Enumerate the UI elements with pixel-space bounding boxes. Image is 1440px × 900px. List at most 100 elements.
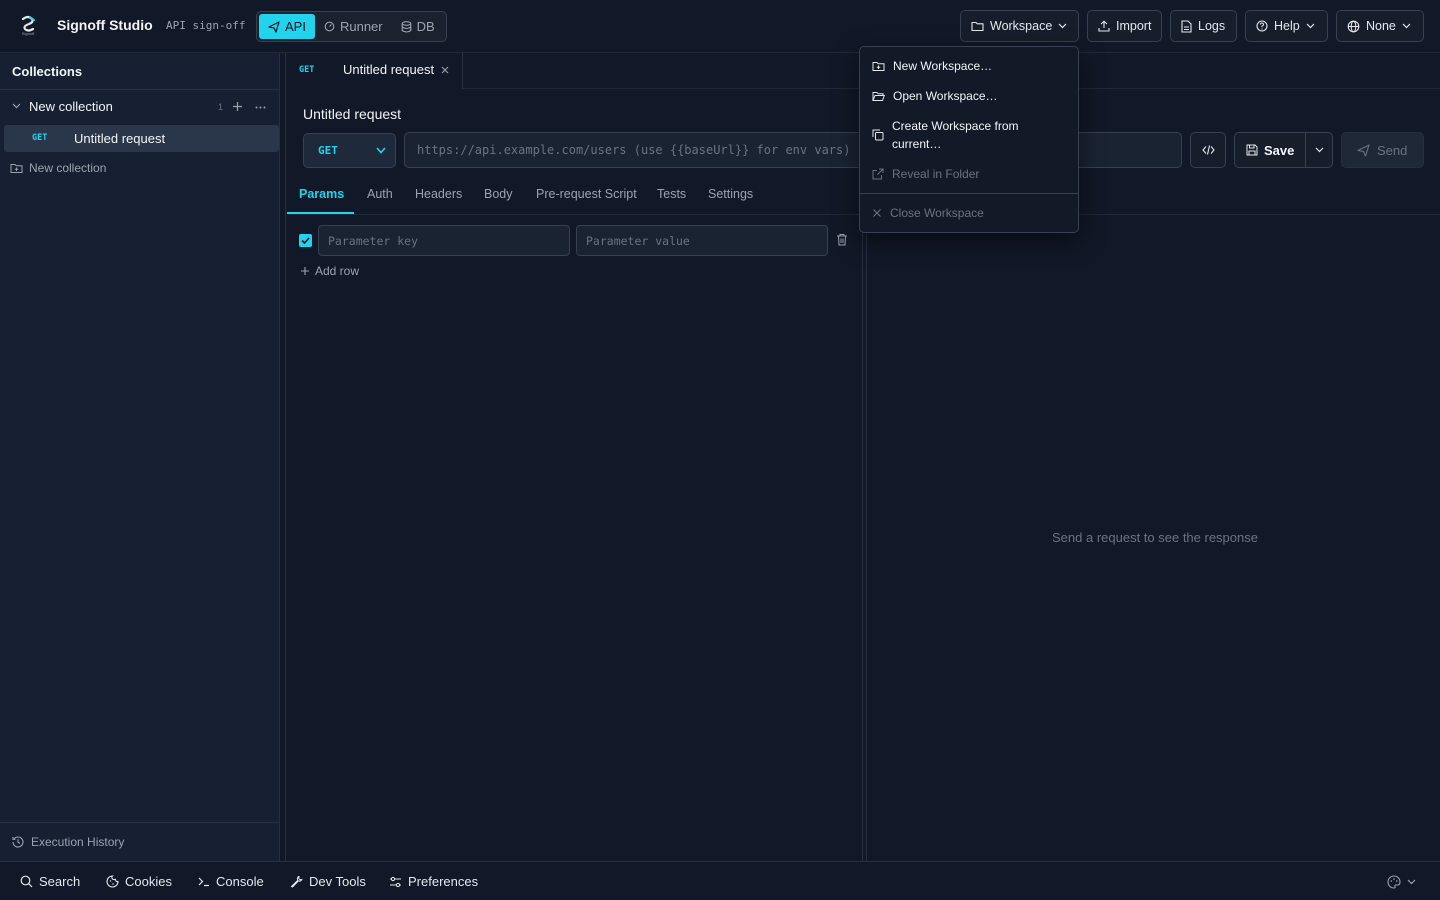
- app-title: Signoff Studio: [57, 17, 153, 33]
- menu-item-close-workspace[interactable]: Close Workspace: [872, 204, 984, 222]
- chevron-down-icon: [376, 147, 386, 154]
- menu-item-open-workspace[interactable]: Open Workspace…: [872, 87, 998, 105]
- help-circle-icon: [1256, 20, 1268, 32]
- console-button[interactable]: Console: [198, 874, 264, 889]
- tab-label: Untitled request: [343, 62, 435, 77]
- tab-auth[interactable]: Auth: [367, 187, 393, 201]
- save-button[interactable]: Save: [1235, 133, 1306, 167]
- gauge-icon: [324, 21, 335, 32]
- mode-db[interactable]: DB: [392, 14, 444, 39]
- mode-runner[interactable]: Runner: [315, 14, 392, 39]
- plus-icon: [300, 266, 310, 276]
- sidebar-resize-handle[interactable]: [280, 53, 286, 861]
- request-subtabs: Params Auth Headers Body Pre-request Scr…: [287, 178, 864, 215]
- theme-select[interactable]: [1387, 875, 1416, 889]
- cookies-button[interactable]: Cookies: [106, 874, 172, 889]
- request-name: Untitled request: [74, 131, 166, 146]
- collection-count: 1: [218, 102, 224, 112]
- chevron-down-icon: [1306, 23, 1315, 29]
- tab-settings[interactable]: Settings: [708, 187, 753, 201]
- tab-pre-request-script[interactable]: Pre-request Script: [536, 187, 637, 201]
- copy-icon: [872, 129, 884, 141]
- method-select[interactable]: GET: [303, 133, 396, 168]
- chevron-down-icon: [1058, 23, 1067, 29]
- tab-params[interactable]: Params: [299, 187, 344, 201]
- param-key-input[interactable]: Parameter key: [318, 225, 570, 256]
- upload-icon: [1098, 20, 1110, 32]
- param-value-input[interactable]: Parameter value: [576, 225, 828, 256]
- svg-text:Signoff: Signoff: [22, 31, 35, 36]
- menu-item-reveal-in-folder[interactable]: Reveal in Folder: [872, 165, 979, 183]
- chevron-down-icon[interactable]: [12, 103, 21, 109]
- menu-item-create-from-current[interactable]: Create Workspace from current…: [872, 117, 1042, 153]
- top-bar: Signoff Signoff Studio API sign-off API …: [0, 0, 1440, 53]
- database-icon: [401, 20, 412, 33]
- preferences-button[interactable]: Preferences: [389, 874, 478, 889]
- collection-name: New collection: [29, 99, 113, 114]
- more-horizontal-icon[interactable]: [255, 106, 266, 109]
- sidebar-title: Collections: [0, 53, 279, 90]
- menu-item-new-workspace[interactable]: New Workspace…: [872, 57, 992, 75]
- environment-select[interactable]: None: [1336, 10, 1424, 42]
- add-row-button[interactable]: Add row: [300, 264, 359, 278]
- check-icon: [301, 237, 310, 244]
- dev-tools-button[interactable]: Dev Tools: [290, 874, 366, 889]
- request-item[interactable]: GET Untitled request: [4, 125, 279, 152]
- workspace-menu: New Workspace… Open Workspace… Create Wo…: [859, 46, 1079, 233]
- send-button[interactable]: Send: [1341, 132, 1424, 168]
- wrench-icon: [290, 875, 303, 888]
- help-button[interactable]: Help: [1245, 10, 1328, 42]
- chevron-down-icon: [1315, 147, 1324, 153]
- logs-button[interactable]: Logs: [1170, 10, 1237, 42]
- tab-untitled-request[interactable]: GET Untitled request: [286, 53, 463, 89]
- tab-headers[interactable]: Headers: [415, 187, 462, 201]
- sliders-icon: [389, 876, 402, 888]
- mode-switcher: API Runner DB: [256, 11, 447, 42]
- cookie-icon: [106, 875, 119, 888]
- search-button[interactable]: Search: [20, 874, 80, 889]
- folder-open-icon: [872, 90, 885, 102]
- workspace-button[interactable]: Workspace: [960, 10, 1079, 42]
- close-icon[interactable]: [441, 66, 449, 74]
- param-enabled-checkbox[interactable]: [299, 234, 312, 247]
- method-badge: GET: [299, 65, 315, 75]
- sidebar: Collections New collection 1 GET Untitle…: [0, 53, 280, 861]
- chevron-down-icon: [1407, 879, 1416, 885]
- collection-item[interactable]: New collection 1: [0, 96, 280, 118]
- code-snippet-button[interactable]: [1190, 132, 1226, 168]
- import-button[interactable]: Import: [1087, 10, 1162, 42]
- save-options-button[interactable]: [1306, 133, 1332, 167]
- mode-api[interactable]: API: [259, 14, 315, 39]
- request-title[interactable]: Untitled request: [303, 106, 401, 122]
- tab-tests[interactable]: Tests: [657, 187, 686, 201]
- status-bar: Search Cookies Console Dev Tools Prefere…: [0, 861, 1440, 900]
- close-icon: [872, 208, 882, 218]
- folder-plus-icon: [10, 162, 23, 174]
- history-icon: [12, 836, 24, 848]
- code-icon: [1201, 145, 1215, 155]
- app-logo: Signoff: [17, 14, 39, 36]
- response-empty-state: Send a request to see the response: [1052, 530, 1258, 545]
- save-icon: [1246, 144, 1258, 156]
- chevron-down-icon: [1402, 23, 1411, 29]
- folder-icon: [971, 20, 984, 32]
- palette-icon: [1387, 875, 1401, 889]
- method-badge: GET: [32, 133, 48, 143]
- new-collection-button[interactable]: New collection: [10, 161, 106, 175]
- pane-resize-handle[interactable]: [862, 215, 867, 861]
- tab-body[interactable]: Body: [484, 187, 513, 201]
- plus-icon[interactable]: [232, 101, 243, 112]
- terminal-icon: [198, 876, 210, 887]
- file-text-icon: [1181, 19, 1192, 33]
- search-icon: [20, 875, 33, 888]
- send-icon: [268, 20, 280, 33]
- external-link-icon: [872, 168, 884, 180]
- trash-icon[interactable]: [836, 233, 848, 246]
- app-subtitle: API sign-off: [166, 19, 246, 32]
- folder-plus-icon: [872, 60, 885, 72]
- execution-history-button[interactable]: Execution History: [0, 822, 280, 861]
- active-tab-indicator: [287, 212, 354, 214]
- globe-icon: [1347, 20, 1360, 33]
- send-icon: [1357, 143, 1370, 157]
- menu-divider: [860, 193, 1078, 194]
